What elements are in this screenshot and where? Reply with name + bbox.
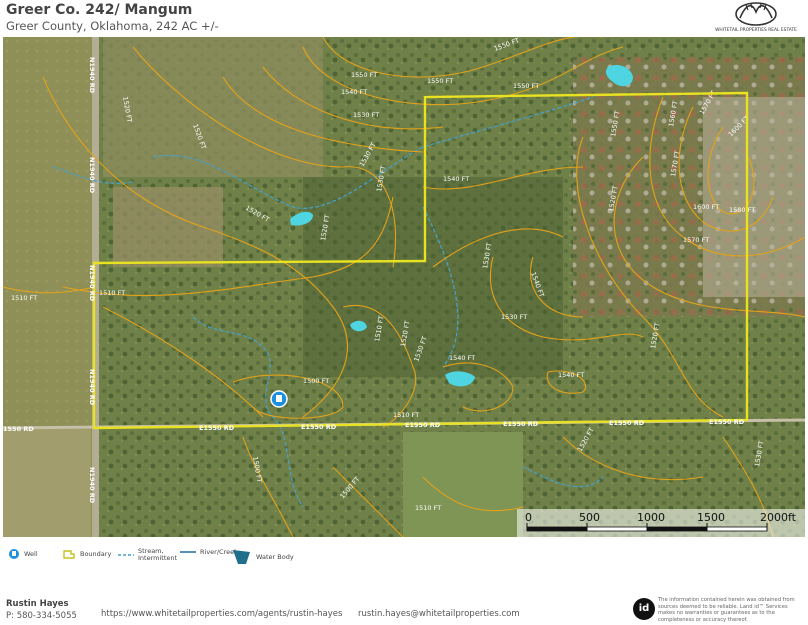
scale-bar: 0 500 1000 1500 2000ft — [517, 509, 805, 537]
stream-icon — [118, 554, 134, 556]
svg-text:1510 FT: 1510 FT — [415, 504, 441, 512]
svg-text:E1550 RD: E1550 RD — [609, 419, 645, 427]
svg-text:N1940 RD: N1940 RD — [88, 369, 96, 406]
svg-text:1550 RD: 1550 RD — [3, 425, 34, 433]
svg-text:E1550 RD: E1550 RD — [503, 420, 539, 428]
boundary-icon — [63, 550, 75, 559]
legend-stream: Stream, Intermittent — [118, 548, 180, 562]
svg-text:E1550 RD: E1550 RD — [405, 421, 441, 429]
svg-text:E1550 RD: E1550 RD — [709, 418, 745, 426]
map-legend: Well Boundary Stream, Intermittent River… — [0, 544, 808, 570]
scale-label-1500: 1500 — [697, 511, 725, 524]
well-icon — [9, 549, 19, 559]
svg-text:1530 FT: 1530 FT — [353, 111, 379, 119]
scale-label-500: 500 — [579, 511, 600, 524]
scale-label-0: 0 — [525, 511, 532, 524]
legend-water-body: Water Body — [232, 548, 294, 566]
aerial-map[interactable]: 1550 FT 1550 FT 1550 FT 1540 FT 1550 FT … — [3, 37, 805, 537]
svg-text:E1550 RD: E1550 RD — [301, 423, 337, 431]
well-marker[interactable] — [270, 390, 288, 408]
svg-text:1540 FT: 1540 FT — [449, 354, 475, 362]
svg-text:1570 FT: 1570 FT — [683, 236, 709, 244]
landid-logo: id — [633, 598, 655, 620]
svg-text:1550 FT: 1550 FT — [513, 82, 539, 90]
svg-text:E1550 RD: E1550 RD — [199, 424, 235, 432]
svg-text:1540 FT: 1540 FT — [443, 175, 469, 183]
legend-boundary: Boundary — [62, 548, 111, 560]
map-subtitle: Greer County, Oklahoma, 242 AC +/- — [6, 19, 219, 33]
disclaimer-text: The information contained herein was obt… — [658, 597, 795, 623]
svg-text:N1940 RD: N1940 RD — [88, 157, 96, 194]
svg-text:1510 FT: 1510 FT — [393, 411, 419, 419]
svg-text:1550 FT: 1550 FT — [351, 71, 377, 79]
agent-url-link[interactable]: https://www.whitetailproperties.com/agen… — [101, 609, 342, 619]
svg-text:1540 FT: 1540 FT — [558, 371, 584, 379]
agent-name: Rustin Hayes — [6, 599, 69, 609]
river-icon — [180, 551, 196, 553]
agent-phone[interactable]: P: 580-334-5055 — [6, 611, 77, 621]
legend-well-label: Well — [24, 550, 38, 558]
svg-text:1600 FT: 1600 FT — [693, 203, 719, 211]
map-title: Greer Co. 242/ Mangum — [6, 2, 193, 18]
svg-text:1540 FT: 1540 FT — [341, 88, 367, 96]
svg-text:N1940 RD: N1940 RD — [88, 467, 96, 504]
svg-text:N1940 RD: N1940 RD — [88, 265, 96, 302]
legend-stream-label: Stream, Intermittent — [138, 547, 178, 562]
whitetail-logo: WHITETAIL PROPERTIES REAL ESTATE — [708, 0, 804, 34]
svg-text:1500 FT: 1500 FT — [303, 377, 329, 385]
legend-boundary-label: Boundary — [80, 550, 112, 558]
legend-well: Well — [8, 548, 38, 560]
svg-text:N1940 RD: N1940 RD — [88, 57, 96, 94]
svg-text:1580 FT: 1580 FT — [729, 206, 755, 214]
svg-text:1510 FT: 1510 FT — [99, 289, 125, 297]
legend-river: River/Creek — [180, 548, 238, 556]
legend-water-body-label: Water Body — [256, 553, 294, 561]
scale-label-1000: 1000 — [637, 511, 665, 524]
agent-email-link[interactable]: rustin.hayes@whitetailproperties.com — [358, 609, 520, 619]
water-body-icon — [233, 550, 250, 564]
svg-text:1510 FT: 1510 FT — [11, 294, 37, 302]
scale-label-2000ft: 2000ft — [760, 511, 796, 524]
svg-text:WHITETAIL PROPERTIES REAL ESTA: WHITETAIL PROPERTIES REAL ESTATE — [715, 27, 797, 33]
svg-text:1550 FT: 1550 FT — [427, 77, 453, 85]
svg-text:1530 FT: 1530 FT — [501, 313, 527, 321]
